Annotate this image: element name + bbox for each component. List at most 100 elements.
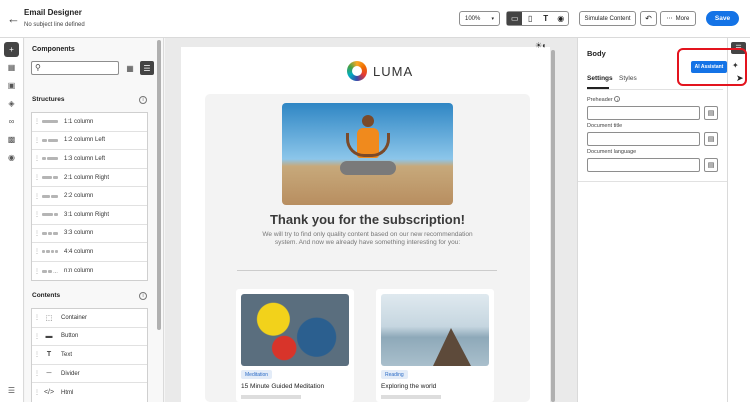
document-language-input[interactable] — [587, 158, 700, 172]
preheader-label: Preheader i — [587, 96, 621, 103]
structure-item[interactable]: ⋮ 1:2 column Left — [32, 132, 147, 151]
grid-view-icon[interactable]: ▦ — [123, 61, 137, 75]
component-search-input[interactable]: ⚲ — [31, 61, 119, 75]
more-label: More — [675, 15, 690, 22]
add-components-icon[interactable]: + — [4, 42, 19, 57]
structure-item[interactable]: ⋮ 1:3 column Left — [32, 150, 147, 169]
email-description[interactable]: We will try to find only quality content… — [260, 231, 475, 247]
personalization-icon[interactable]: ◉ — [4, 150, 19, 165]
structure-label: 1:3 column Left — [64, 155, 106, 162]
content-item-button[interactable]: ⋮ ▬ Button — [32, 328, 147, 347]
email-heading[interactable]: Thank you for the subscription! — [205, 212, 530, 227]
right-tool-strip — [727, 38, 750, 402]
text-view-icon[interactable]: T — [538, 14, 553, 23]
components-panel: Components ⚲ ▦ ☰ Structures i ⋮ 1:1 colum… — [25, 38, 164, 402]
apps-icon[interactable]: ▩ — [4, 132, 19, 147]
content-item-container[interactable]: ⋮ ⬚ Container — [32, 309, 147, 328]
left-rail: + ▦ ▣ ◈ ∞ ▩ ◉ ☰ — [0, 38, 24, 402]
divider-icon: ─ — [46, 370, 52, 378]
structure-item[interactable]: ⋮ 4:4 column — [32, 243, 147, 262]
canvas-scrollbar[interactable] — [551, 50, 555, 402]
structure-label: 1:2 column Left — [64, 137, 106, 144]
preview-eye-icon[interactable]: ◉ — [553, 14, 568, 23]
preheader-input[interactable] — [587, 106, 700, 120]
save-button[interactable]: Save — [706, 11, 739, 26]
search-icon: ⚲ — [35, 63, 41, 72]
preheader-label-text: Preheader — [587, 97, 613, 103]
hero-figure-legs — [340, 161, 396, 175]
layers-icon[interactable]: ◈ — [4, 96, 19, 111]
structure-label: 4:4 column — [64, 248, 94, 255]
layout-2-1-icon — [42, 176, 58, 180]
personalize-title-icon[interactable]: ▤ — [704, 132, 718, 146]
content-card[interactable]: Thank you for the subscription! We will … — [205, 94, 530, 402]
content-label: Container — [61, 314, 88, 321]
drag-handle-icon: ⋮ — [34, 137, 40, 144]
document-title-input[interactable] — [587, 132, 700, 146]
document-language-label: Document language — [587, 149, 637, 155]
article-card[interactable]: Reading Exploring the world — [376, 289, 494, 402]
info-icon[interactable]: i — [139, 292, 147, 300]
article-card[interactable]: Meditation 15 Minute Guided Meditation — [236, 289, 354, 402]
html-code-icon: </> — [43, 389, 55, 397]
undo-button[interactable]: ↶ — [640, 11, 657, 26]
links-icon[interactable]: ∞ — [4, 114, 19, 129]
structure-label: 3:1 column Right — [64, 211, 110, 218]
drag-handle-icon: ⋮ — [34, 175, 40, 182]
info-icon[interactable]: i — [139, 96, 147, 104]
article-image — [241, 294, 349, 366]
more-button[interactable]: ⋯ More — [660, 11, 696, 26]
panel-divider — [578, 181, 728, 182]
structure-item[interactable]: ⋮ 2:2 column — [32, 187, 147, 206]
rock-shape — [433, 328, 471, 366]
structure-item[interactable]: ⋮ 2:1 column Right — [32, 169, 147, 188]
fragments-icon[interactable]: ▦ — [4, 60, 19, 75]
highlight-box — [677, 48, 747, 86]
back-arrow-icon[interactable]: ← — [7, 11, 20, 26]
layout-1-2-icon — [42, 138, 58, 142]
properties-panel: Body Settings Styles Preheader i ▤ Docum… — [577, 38, 728, 402]
structure-item[interactable]: ⋮ 3:1 column Right — [32, 206, 147, 225]
drag-handle-icon: ⋮ — [34, 156, 40, 163]
content-item-html[interactable]: ⋮ </> Html — [32, 383, 147, 402]
drag-handle-icon: ⋮ — [34, 268, 40, 275]
email-body[interactable]: LUMA Thank you for the subscription! We … — [181, 47, 550, 402]
document-title-label: Document title — [587, 123, 623, 129]
content-label: Divider — [61, 370, 80, 377]
mobile-view-icon[interactable]: ▯ — [522, 14, 537, 23]
list-view-icon[interactable]: ☰ — [140, 61, 154, 75]
content-item-text[interactable]: ⋮ T Text — [32, 346, 147, 365]
tab-styles[interactable]: Styles — [619, 75, 637, 82]
layout-n-n-icon — [42, 269, 59, 273]
simulate-content-button[interactable]: Simulate Content — [579, 11, 636, 26]
brand-header: LUMA — [347, 61, 413, 81]
article-text-preview — [241, 395, 301, 399]
settings-list-icon[interactable]: ☰ — [4, 383, 19, 398]
components-scrollbar[interactable] — [157, 40, 161, 330]
personalize-preheader-icon[interactable]: ▤ — [704, 106, 718, 120]
drag-handle-icon: ⋮ — [34, 193, 40, 200]
structure-label: 1:1 column — [64, 118, 94, 125]
layout-4-4-icon — [42, 250, 58, 254]
contents-title: Contents — [32, 292, 61, 299]
drag-handle-icon: ⋮ — [34, 119, 40, 126]
structure-label: 3:3 column — [64, 230, 94, 237]
view-mode-group: ▭ ▯ T ◉ — [506, 11, 569, 26]
app-header: ← Email Designer No subject line defined… — [0, 0, 750, 38]
structure-item[interactable]: ⋮ n:n column — [32, 262, 147, 281]
personalize-language-icon[interactable]: ▤ — [704, 158, 718, 172]
zoom-value: 100% — [465, 15, 481, 22]
structure-item[interactable]: ⋮ 1:1 column — [32, 113, 147, 132]
email-canvas: LUMA Thank you for the subscription! We … — [165, 38, 577, 402]
chevron-down-icon: ▾ — [491, 15, 494, 22]
assets-icon[interactable]: ▣ — [4, 78, 19, 93]
info-icon[interactable]: i — [614, 96, 621, 102]
desktop-view-icon[interactable]: ▭ — [507, 12, 523, 25]
hero-image[interactable] — [282, 103, 453, 205]
content-item-divider[interactable]: ⋮ ─ Divider — [32, 365, 147, 384]
structure-item[interactable]: ⋮ 3:3 column — [32, 225, 147, 244]
structure-label: 2:2 column — [64, 193, 94, 200]
tab-settings[interactable]: Settings — [587, 75, 613, 82]
zoom-select[interactable]: 100% ▾ — [459, 11, 500, 26]
theme-toggle-icon[interactable]: ☀◐ — [535, 41, 547, 50]
